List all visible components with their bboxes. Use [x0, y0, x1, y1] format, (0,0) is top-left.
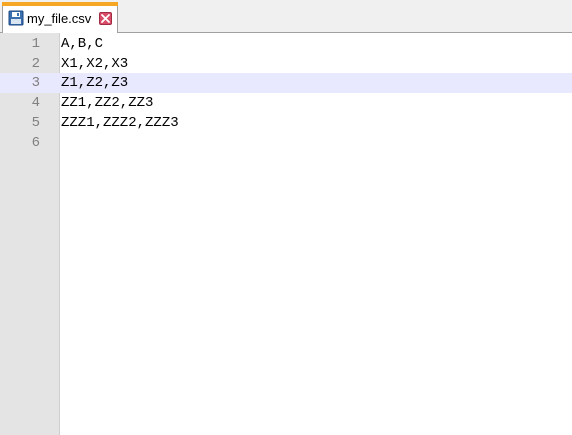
close-tab-button[interactable] [99, 12, 112, 25]
line-text[interactable]: ZZZ1,ZZZ2,ZZZ3 [61, 113, 179, 133]
tab-my-file-csv[interactable]: my_file.csv [2, 2, 118, 33]
editor-line[interactable]: 6 [0, 133, 572, 153]
line-number: 4 [31, 95, 40, 111]
active-tab-indicator [2, 2, 118, 6]
save-disk-icon [8, 10, 24, 26]
text-editor[interactable]: 1 A,B,C 2 X1,X2,X3 3 Z1,Z2,Z3 4 ZZ1,ZZ2,… [0, 33, 572, 435]
editor-line-current[interactable]: 3 Z1,Z2,Z3 [0, 73, 572, 93]
line-number: 3 [31, 75, 40, 91]
close-icon [101, 14, 110, 23]
line-text[interactable]: X1,X2,X3 [61, 54, 128, 74]
editor-line[interactable]: 2 X1,X2,X3 [0, 54, 572, 74]
editor-line[interactable]: 1 A,B,C [0, 34, 572, 54]
line-number: 6 [31, 135, 40, 151]
editor-line[interactable]: 4 ZZ1,ZZ2,ZZ3 [0, 93, 572, 113]
tab-label: my_file.csv [27, 11, 92, 26]
editor-line[interactable]: 5 ZZZ1,ZZZ2,ZZZ3 [0, 113, 572, 133]
line-text[interactable]: Z1,Z2,Z3 [61, 73, 128, 93]
tab-bar: my_file.csv [0, 0, 572, 33]
line-text[interactable]: A,B,C [61, 34, 103, 54]
line-text[interactable]: ZZ1,ZZ2,ZZ3 [61, 93, 153, 113]
line-number: 2 [31, 56, 40, 72]
line-number: 5 [31, 115, 40, 131]
line-number: 1 [31, 36, 40, 52]
